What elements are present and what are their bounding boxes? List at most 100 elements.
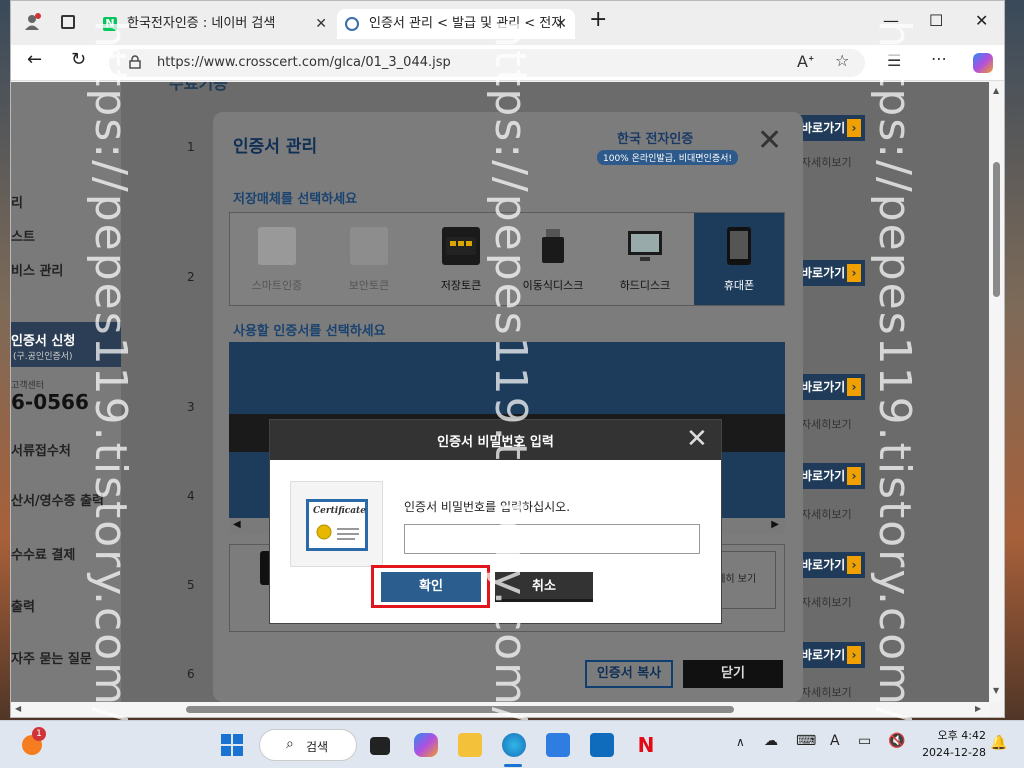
detail-link[interactable]: 자세히보기 (801, 154, 852, 170)
nav-item[interactable]: 서류접수처 (11, 440, 71, 459)
security-token-icon (350, 227, 388, 265)
url-field[interactable]: https://www.crosscert.com/glca/01_3_044.… (109, 49, 865, 77)
profile-icon[interactable] (23, 13, 41, 31)
ime-icon[interactable]: A (830, 733, 840, 749)
network-icon[interactable]: ▭ (858, 733, 871, 749)
nav-item[interactable]: 수수료 결제 (11, 544, 75, 563)
nav-item[interactable]: 자주 묻는 질문 (11, 648, 92, 667)
copy-cert-button[interactable]: 인증서 복사 (585, 660, 673, 688)
naver-favicon-icon: N (103, 17, 117, 31)
search-icon: ⌕ (286, 736, 294, 752)
horizontal-scrollbar[interactable]: ◀ ▶ (11, 702, 989, 717)
close-tab-icon[interactable]: ✕ (315, 9, 327, 39)
password-input[interactable] (404, 524, 700, 554)
nav-item[interactable]: 리 (11, 192, 23, 211)
taskbar-search[interactable]: ⌕ 검색 (259, 729, 357, 761)
cancel-button[interactable]: 취소 (495, 572, 593, 602)
nav-item-cert-apply[interactable]: 인증서 신청 (구.공인인증서) (11, 322, 121, 367)
more-menu-icon[interactable]: ⋯ (931, 49, 947, 68)
dialog-header: 인증서 비밀번호 입력 ✕ (270, 420, 721, 460)
modal-title: 인증서 관리 (233, 137, 318, 157)
nav-item[interactable]: 출력 (11, 596, 35, 615)
detail-link[interactable]: 자세히보기 (801, 684, 852, 700)
scroll-right-icon[interactable]: ▶ (771, 519, 779, 530)
minimize-icon[interactable]: — (883, 11, 899, 30)
media-label: 보안토큰 (348, 279, 390, 292)
tab-crosscert[interactable]: 인증서 관리 < 발급 및 관리 < 전자 ✕ (337, 9, 575, 39)
close-window-icon[interactable]: ✕ (975, 11, 988, 30)
nav-item[interactable]: 비스 관리 (11, 260, 63, 279)
favorites-list-icon[interactable]: ☰ (887, 51, 901, 70)
back-icon[interactable]: ← (27, 49, 42, 70)
row-number: 2 (187, 270, 195, 284)
cloud-icon[interactable]: ☁ (764, 733, 778, 749)
logo-text: 한국 전자인증 (617, 132, 694, 147)
copilot-icon[interactable] (414, 733, 438, 757)
media-label: 스마트인증 (251, 279, 303, 292)
media-smart-cert[interactable]: 스마트인증 (232, 213, 322, 305)
tab-title: 한국전자인증 : 네이버 검색 (127, 16, 276, 31)
vertical-scrollbar[interactable]: ▲ ▼ (989, 82, 1004, 702)
nav-item[interactable]: 스트 (11, 226, 35, 245)
close-icon[interactable]: ✕ (757, 126, 782, 156)
dialog-title: 인증서 비밀번호 입력 (437, 435, 554, 450)
keyboard-icon[interactable]: ⌨ (796, 733, 816, 749)
volume-muted-icon[interactable]: 🔇 (888, 733, 905, 749)
close-icon[interactable]: ✕ (686, 425, 708, 453)
file-explorer-icon[interactable] (458, 733, 482, 757)
outlook-icon[interactable] (590, 733, 614, 757)
task-view-icon[interactable] (370, 737, 390, 755)
favorite-star-icon[interactable]: ☆ (835, 51, 849, 70)
phone-icon (720, 227, 758, 265)
detail-link[interactable]: 자세히보기 (801, 416, 852, 432)
nav-item-sublabel: (구.공인인증서) (13, 352, 73, 362)
scroll-thumb[interactable] (186, 706, 734, 713)
edge-icon[interactable] (502, 733, 526, 757)
row-number: 4 (187, 489, 195, 503)
media-removable-disk[interactable]: 이동식디스크 (508, 213, 598, 305)
media-hard-disk[interactable]: 하드디스크 (600, 213, 690, 305)
tab-bar: N 한국전자인증 : 네이버 검색 ✕ 인증서 관리 < 발급 및 관리 < 전… (11, 1, 1004, 45)
scroll-up-icon[interactable]: ▲ (993, 86, 999, 95)
tab-actions-icon[interactable] (61, 15, 75, 29)
notification-bell-icon[interactable]: 🔔 (990, 735, 1007, 751)
go-button[interactable]: 바로가기 (797, 260, 865, 286)
media-selector: 스마트인증 보안토큰 저장토큰 이동식디스크 하드디스크 휴대폰 (229, 212, 785, 306)
go-button[interactable]: 바로가기 (797, 552, 865, 578)
close-tab-icon[interactable]: ✕ (555, 9, 567, 39)
new-tab-icon[interactable]: + (589, 7, 607, 32)
media-label: 저장토큰 (440, 279, 482, 292)
scroll-thumb[interactable] (993, 162, 1000, 297)
taskbar: 1 ⌕ 검색 N ∧ ☁ ⌨ A ▭ 🔇 오후 4:42 2024-12-28 … (0, 720, 1024, 768)
copilot-icon[interactable] (973, 53, 993, 73)
detail-link[interactable]: 자세히보기 (801, 594, 852, 610)
maximize-icon[interactable]: ☐ (929, 11, 943, 30)
close-button[interactable]: 닫기 (683, 660, 783, 688)
clock[interactable]: 오후 4:42 2024-12-28 (918, 727, 986, 761)
media-security-token[interactable]: 보안토큰 (324, 213, 414, 305)
store-icon[interactable] (546, 733, 570, 757)
date: 2024-12-28 (922, 746, 986, 759)
password-prompt: 인증서 비밀번호를 입력하십시오. (404, 500, 571, 514)
ok-button[interactable]: 확인 (381, 572, 481, 602)
go-button[interactable]: 바로가기 (797, 374, 865, 400)
media-storage-token[interactable]: 저장토큰 (416, 213, 506, 305)
scroll-right-icon[interactable]: ▶ (975, 704, 981, 713)
chevron-up-icon[interactable]: ∧ (736, 735, 745, 749)
start-icon[interactable] (220, 733, 244, 757)
read-aloud-icon[interactable]: Aᐩ (797, 52, 814, 71)
tab-naver-search[interactable]: N 한국전자인증 : 네이버 검색 ✕ (95, 9, 335, 39)
media-mobile-phone[interactable]: 휴대폰 (694, 213, 784, 305)
refresh-icon[interactable]: ↻ (71, 49, 86, 70)
nav-item[interactable]: 산서/영수증 출력 (11, 490, 104, 509)
scroll-left-icon[interactable]: ◀ (233, 519, 241, 530)
netflix-icon[interactable]: N (634, 733, 658, 757)
go-button[interactable]: 바로가기 (797, 115, 865, 141)
scroll-down-icon[interactable]: ▼ (993, 686, 999, 695)
go-button[interactable]: 바로가기 (797, 463, 865, 489)
row-number: 3 (187, 400, 195, 414)
go-button[interactable]: 바로가기 (797, 642, 865, 668)
detail-link[interactable]: 자세히보기 (801, 506, 852, 522)
nav-item-label: 인증서 신청 (11, 334, 76, 349)
scroll-left-icon[interactable]: ◀ (15, 704, 21, 713)
